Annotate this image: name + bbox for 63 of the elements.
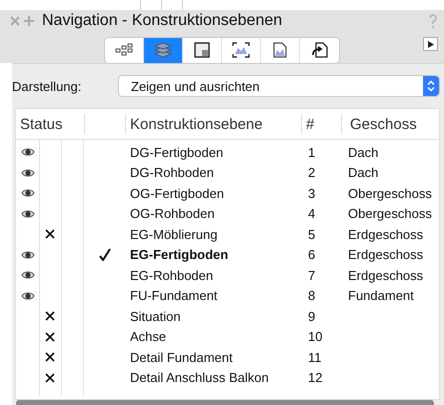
level-name: EG-Rohboden [129,268,214,283]
level-name: EG-Möblierung [129,226,218,242]
story-name: Erdgeschoss [348,268,424,283]
level-name: Detail Anschluss Balkon [129,370,270,386]
level-number: 4 [307,206,316,222]
hidden-x-icon[interactable] [45,311,55,322]
level-name: OG-Rohboden [129,206,216,222]
window-title: Navigation - Konstruktionsebenen [42,12,284,30]
level-number: 9 [307,308,316,324]
eye-icon[interactable] [20,290,34,301]
story-name: Obergeschoss [348,186,432,201]
eye-icon[interactable] [20,147,34,158]
level-name: OG-Fertigboden [129,186,225,201]
story-name: Erdgeschoss [348,247,424,262]
play-triangle-icon [428,40,434,48]
level-number: 12 [307,370,324,386]
eye-icon[interactable] [20,188,34,198]
level-name: Situation [129,308,182,324]
display-select[interactable]: Zeigen und ausrichten [118,75,440,97]
level-number: 8 [307,288,316,304]
story-name: Dach [348,165,378,180]
display-label: Darstellung: [12,78,82,94]
stepper-icon [423,76,439,96]
export-arrow-icon [312,42,328,58]
level-name: DG-Rohboden [129,165,215,180]
level-name: DG-Fertigboden [129,144,224,160]
view-frame-icon [232,42,250,58]
level-number: 6 [307,247,316,262]
eye-icon[interactable] [20,270,34,280]
hidden-x-icon[interactable] [45,229,55,240]
level-number: 1 [307,144,316,160]
tree-tab[interactable] [105,38,144,62]
level-number: 11 [307,350,322,365]
level-name: Achse [129,329,168,344]
sheet-icon [273,42,287,58]
story-name: Obergeschoss [348,206,432,222]
story-name: Fundament [348,288,414,304]
eye-icon[interactable] [20,250,34,260]
hidden-x-icon[interactable] [45,332,55,342]
floor-plan-icon [194,42,210,58]
hidden-x-icon[interactable] [45,352,55,362]
level-number: 5 [307,226,316,242]
level-number: 3 [307,186,316,201]
hidden-x-icon[interactable] [45,372,55,383]
layers-icon [154,42,172,58]
horizontal-scrollbar[interactable] [16,400,434,405]
column-header[interactable]: # [302,114,342,134]
level-number: 2 [307,165,316,180]
column-header[interactable]: Konstruktionsebene [125,114,302,134]
level-number: 10 [307,329,324,344]
level-number: 7 [307,268,316,283]
column-header[interactable]: Status [16,114,85,134]
eye-icon[interactable] [20,168,34,178]
layers-tab[interactable] [144,38,183,62]
level-name: EG-Fertigboden [129,247,230,262]
column-header[interactable]: Geschoss [342,116,439,132]
node-tree-icon [115,43,133,57]
eye-icon[interactable] [20,208,34,219]
story-name: Erdgeschoss [348,226,424,242]
panel-menu-button[interactable] [423,37,438,51]
level-name: Detail Fundament [129,350,234,365]
level-name: FU-Fundament [129,288,218,304]
story-name: Dach [348,144,378,160]
